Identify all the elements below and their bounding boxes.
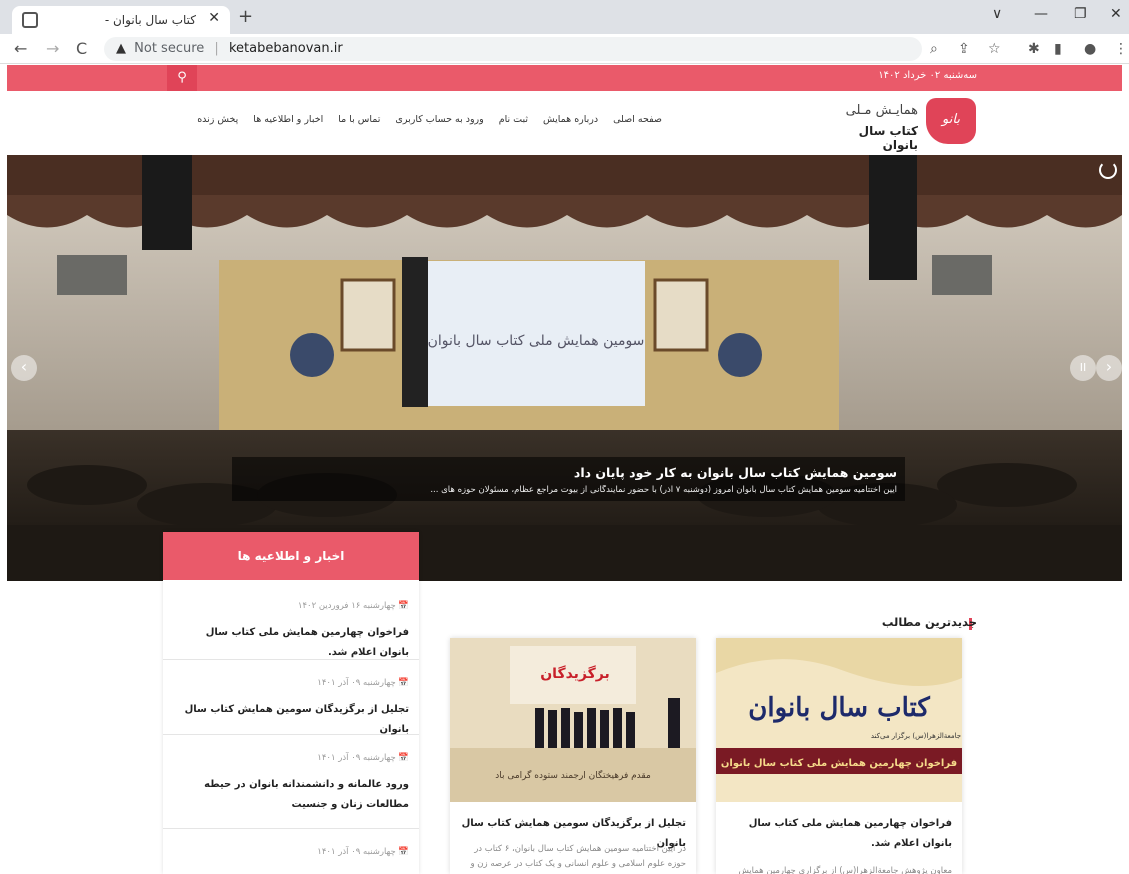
forward-arrow-icon[interactable]: →: [46, 39, 59, 58]
menu-item-register[interactable]: ثبت نام: [499, 114, 528, 125]
menu-item-news[interactable]: اخبار و اطلاعیه ها: [253, 114, 323, 125]
profile-avatar-icon[interactable]: ●: [1084, 41, 1096, 57]
bookmark-star-icon[interactable]: ☆: [988, 41, 1001, 57]
news-item[interactable]: 📅 چهارشنبه ۱۶ فروردین ۱۴۰۲ فراخوان چهارم…: [163, 592, 419, 660]
side-panel-icon[interactable]: ▮: [1054, 41, 1062, 57]
news-title[interactable]: فراخوان چهارمین همایش ملی کتاب سال بانوا…: [173, 623, 409, 663]
slide-summary: آیین اختتامیه سومین همایش کتاب سال بانوا…: [430, 485, 897, 495]
zoom-icon[interactable]: ⌕: [930, 41, 938, 57]
post-image-subtitle: جامعةالزهرا(س) برگزار می‌کند: [871, 731, 961, 740]
current-date: سه‌شنبه ۰۲ خرداد ۱۴۰۲: [878, 70, 977, 81]
post-title[interactable]: فراخوان چهارمین همایش ملی کتاب سال بانوا…: [726, 814, 952, 854]
url-separator: |: [214, 41, 219, 56]
news-date: 📅 چهارشنبه ۰۹ آذر ۱۴۰۱: [317, 847, 409, 857]
post-excerpt: معاون پژوهش جامعةالزهرا(س) از برگزاری چه…: [738, 866, 952, 874]
backdrop-text: سومین همایش ملی کتاب سال بانوان: [428, 333, 645, 349]
news-date: 📅 چهارشنبه ۰۹ آذر ۱۴۰۱: [317, 678, 409, 688]
slide-image: سومین همایش ملی کتاب سال بانوان: [7, 155, 1122, 581]
minimize-button[interactable]: —: [1034, 6, 1048, 22]
search-icon[interactable]: ⚲: [167, 65, 197, 91]
news-title[interactable]: ورود عالمانه و دانشمندانه بانوان در حیطه…: [173, 775, 409, 815]
new-tab-button[interactable]: +: [238, 6, 253, 27]
post-image-subtitle: مقدم فرهیختگان ارجمند ستوده گرامی باد: [495, 769, 651, 781]
latest-posts-title: جدیدترین مطالب: [881, 615, 977, 629]
site-header: بانو همایـش مـلی کتاب سال بانوان صفحه اص…: [152, 92, 982, 154]
share-icon[interactable]: ⇪: [958, 41, 970, 57]
post-image-title: برگزیدگان: [540, 665, 610, 682]
close-window-button[interactable]: ✕: [1110, 6, 1122, 22]
not-secure-label: Not secure: [134, 41, 205, 56]
news-title[interactable]: تجلیل از برگزیدگان سومین همایش کتاب سال …: [173, 700, 409, 740]
site-top-bar: ⚲ سه‌شنبه ۰۲ خرداد ۱۴۰۲: [7, 65, 1122, 91]
menu-item-contact[interactable]: تماس با ما: [338, 114, 380, 125]
logo-line2: کتاب سال بانوان: [858, 124, 918, 152]
back-arrow-icon[interactable]: ←: [14, 39, 27, 58]
address-bar-row: ← → C ▲ Not secure | ketabebanovan.ir ⌕ …: [0, 34, 1129, 64]
browser-tab-strip: کتاب سال بانوان - ✕ + ∨ — ❐ ✕: [0, 0, 1129, 34]
post-card[interactable]: کتاب سال بانوان جامعةالزهرا(س) برگزار می…: [716, 638, 962, 874]
url-field[interactable]: ▲ Not secure | ketabebanovan.ir: [104, 37, 922, 61]
post-excerpt: در آیین اختتامیه سومین همایش کتاب سال با…: [470, 844, 686, 869]
slider-prev-icon[interactable]: ‹: [11, 355, 37, 381]
reload-icon[interactable]: C: [76, 39, 87, 58]
maximize-button[interactable]: ❐: [1074, 6, 1087, 22]
menu-item-login[interactable]: ورود به حساب کاربری: [395, 114, 483, 125]
post-image[interactable]: برگزیدگان مقدم فرهیختگان ارجمند ستوده گر…: [450, 638, 696, 802]
news-date: 📅 چهارشنبه ۰۹ آذر ۱۴۰۱: [317, 753, 409, 763]
browser-tab[interactable]: کتاب سال بانوان - ✕: [12, 6, 230, 34]
tab-search-chevron-icon[interactable]: ∨: [992, 6, 1002, 22]
post-image-title: کتاب سال بانوان: [748, 693, 930, 723]
news-date: 📅 چهارشنبه ۱۶ فروردین ۱۴۰۲: [297, 601, 409, 611]
menu-kebab-icon[interactable]: ⋮: [1114, 41, 1128, 57]
logo-line1: همایـش مـلی: [845, 103, 918, 118]
news-widget: اخبار و اطلاعیه ها 📅 چهارشنبه ۱۶ فروردین…: [163, 532, 419, 874]
menu-item-home[interactable]: صفحه اصلی: [613, 114, 662, 125]
hero-slider: سومین همایش ملی کتاب سال بانوان ‹ II › س…: [7, 155, 1122, 581]
news-item[interactable]: 📅 چهارشنبه ۰۹ آذر ۱۴۰۱: [163, 829, 419, 874]
slide-caption[interactable]: سومین همایش کتاب سال بانوان به کار خود پ…: [232, 457, 905, 501]
slider-next-icon[interactable]: ›: [1096, 355, 1122, 381]
menu-item-live[interactable]: پخش زنده: [197, 114, 238, 125]
tab-title: کتاب سال بانوان -: [104, 13, 196, 27]
post-card[interactable]: برگزیدگان مقدم فرهیختگان ارجمند ستوده گر…: [450, 638, 696, 874]
extensions-icon[interactable]: ✱: [1028, 41, 1040, 57]
slider-loading-icon: [1099, 161, 1117, 179]
logo-mark-icon: بانو: [926, 98, 976, 144]
main-menu: صفحه اصلی درباره همایش ثبت نام ورود به ح…: [192, 114, 662, 125]
news-item[interactable]: 📅 چهارشنبه ۰۹ آذر ۱۴۰۱ ورود عالمانه و دا…: [163, 735, 419, 829]
tab-close-icon[interactable]: ✕: [208, 10, 220, 26]
site-favicon-icon: [22, 12, 38, 28]
slide-title: سومین همایش کتاب سال بانوان به کار خود پ…: [573, 465, 897, 480]
menu-item-about[interactable]: درباره همایش: [543, 114, 598, 125]
warning-icon: ▲: [116, 41, 126, 56]
news-widget-header: اخبار و اطلاعیه ها: [163, 532, 419, 580]
news-item[interactable]: 📅 چهارشنبه ۰۹ آذر ۱۴۰۱ تجلیل از برگزیدگا…: [163, 660, 419, 735]
slider-pause-icon[interactable]: II: [1070, 355, 1096, 381]
site-logo[interactable]: بانو همایـش مـلی کتاب سال بانوان: [832, 94, 982, 152]
post-image[interactable]: کتاب سال بانوان جامعةالزهرا(س) برگزار می…: [716, 638, 962, 802]
post-image-banner: فراخوان چهارمین همایش ملی کتاب سال بانوا…: [721, 758, 957, 769]
url-text: ketabebanovan.ir: [228, 41, 343, 56]
